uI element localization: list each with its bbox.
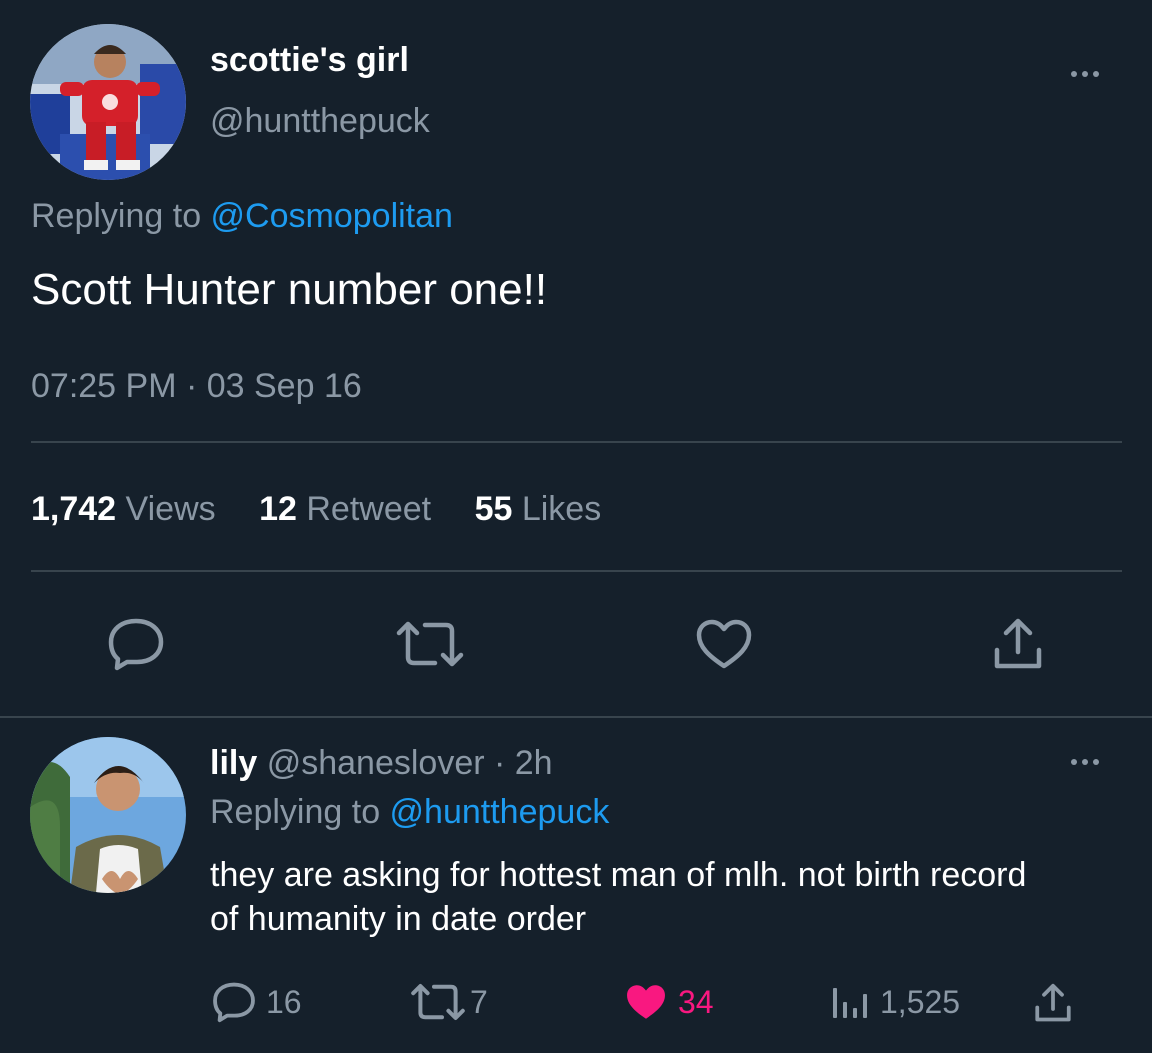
replying-to-line: Replying to @Cosmopolitan — [31, 196, 453, 236]
views-count: 1,742 — [31, 490, 117, 528]
reply-button[interactable] — [100, 612, 172, 676]
retweets-label: Retweet — [306, 490, 432, 528]
reply-handle-time[interactable]: @shaneslover · 2h — [267, 744, 553, 782]
likes-label: Likes — [521, 490, 602, 528]
like-button[interactable] — [688, 612, 760, 676]
more-options-button[interactable] — [1071, 71, 1099, 77]
reply-share-button[interactable] — [1032, 982, 1076, 1024]
reply-reply-button[interactable]: 16 — [212, 980, 302, 1024]
tweet-stats: 1,742 Views 12 Retweet 55 Likes — [31, 489, 601, 529]
retweet-icon — [411, 984, 465, 1020]
reply-author-name[interactable]: lily — [210, 744, 257, 782]
tweet-timestamp[interactable]: 07:25 PM · 03 Sep 16 — [31, 366, 362, 406]
bar-chart-icon — [833, 988, 867, 1018]
views-stat[interactable]: 1,742 Views — [31, 490, 225, 528]
likes-count: 55 — [474, 490, 513, 528]
section-divider — [0, 716, 1152, 718]
tweet-text: Scott Hunter number one!! — [31, 265, 548, 314]
dot-icon — [1093, 71, 1099, 77]
reply-replying-to-mention[interactable]: @huntthepuck — [390, 793, 610, 831]
reply-views-button[interactable]: 1,525 — [830, 980, 960, 1024]
retweets-count: 12 — [259, 490, 297, 528]
dot-icon — [1082, 759, 1088, 765]
reply-icon — [108, 618, 164, 671]
likes-stat[interactable]: 55 Likes — [475, 490, 602, 528]
reply-like-button[interactable]: 34 — [624, 980, 714, 1024]
reply-retweet-count: 7 — [470, 983, 488, 1020]
dot-icon — [1093, 759, 1099, 765]
heart-icon — [696, 619, 752, 669]
author-name[interactable]: scottie's girl — [210, 40, 409, 80]
reply-header: lily @shaneslover · 2h — [210, 743, 553, 783]
reply-text: they are asking for hottest man of mlh. … — [210, 856, 1027, 938]
reply-avatar[interactable] — [30, 737, 186, 893]
retweet-icon — [396, 621, 464, 667]
divider — [31, 570, 1122, 572]
reply-reply-count: 16 — [266, 983, 302, 1020]
retweets-stat[interactable]: 12 Retweet — [259, 490, 440, 528]
author-avatar[interactable] — [30, 24, 186, 180]
replying-to-prefix: Replying to — [31, 197, 211, 235]
share-icon — [1035, 983, 1071, 1022]
reply-views-count: 1,525 — [880, 983, 961, 1020]
reply-retweet-button[interactable]: 7 — [410, 980, 488, 1024]
heart-filled-icon — [627, 985, 665, 1019]
dot-icon — [1071, 759, 1077, 765]
share-icon — [994, 618, 1042, 669]
views-label: Views — [125, 490, 216, 528]
dot-icon — [1082, 71, 1088, 77]
reply-replying-to-line: Replying to @huntthepuck — [210, 792, 609, 832]
reply-replying-to-prefix: Replying to — [210, 793, 390, 831]
reply-icon — [213, 982, 255, 1023]
replying-to-mention[interactable]: @Cosmopolitan — [211, 197, 453, 235]
retweet-button[interactable] — [392, 612, 468, 676]
reply-more-options-button[interactable] — [1071, 759, 1099, 765]
dot-icon — [1071, 71, 1077, 77]
author-handle[interactable]: @huntthepuck — [210, 101, 430, 141]
divider — [31, 441, 1122, 443]
share-button[interactable] — [982, 612, 1054, 676]
reply-like-count: 34 — [678, 983, 714, 1020]
